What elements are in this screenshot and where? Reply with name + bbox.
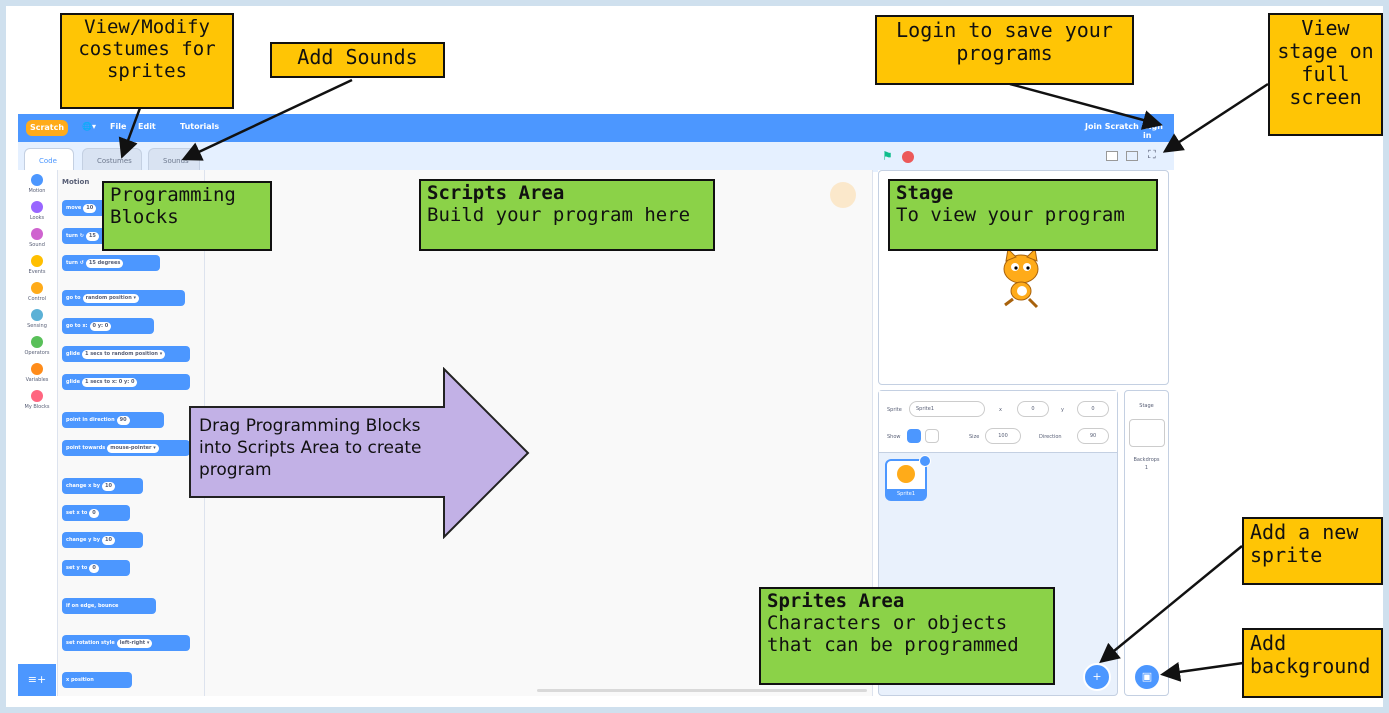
callout-sprites-area: Sprites Area Characters or objects that … xyxy=(759,587,1055,685)
callout-scripts-area: Scripts Area Build your program here xyxy=(419,179,715,251)
callout-programming-blocks: Programming Blocks xyxy=(102,181,272,251)
tutorial-figure: Scratch 🌐▾ File Edit Tutorials Join Scra… xyxy=(0,0,1389,713)
stage-desc: To view your program xyxy=(896,203,1125,226)
sprites-area-desc: Characters or objects that can be progra… xyxy=(767,611,1019,656)
callout-sounds: Add Sounds xyxy=(270,42,445,78)
stage-title: Stage xyxy=(896,182,954,204)
callout-add-sprite: Add a new sprite xyxy=(1242,517,1383,585)
sprites-area-title: Sprites Area xyxy=(767,590,905,612)
scripts-area-desc: Build your program here xyxy=(427,203,691,226)
callout-stage: Stage To view your program xyxy=(888,179,1158,251)
callout-add-background: Add background xyxy=(1242,628,1383,698)
callout-costumes: View/Modify costumes for sprites xyxy=(60,13,234,109)
callout-login: Login to save your programs xyxy=(875,15,1134,85)
scripts-area-title: Scripts Area xyxy=(427,182,565,204)
callout-fullscreen: View stage on full screen xyxy=(1268,13,1383,136)
